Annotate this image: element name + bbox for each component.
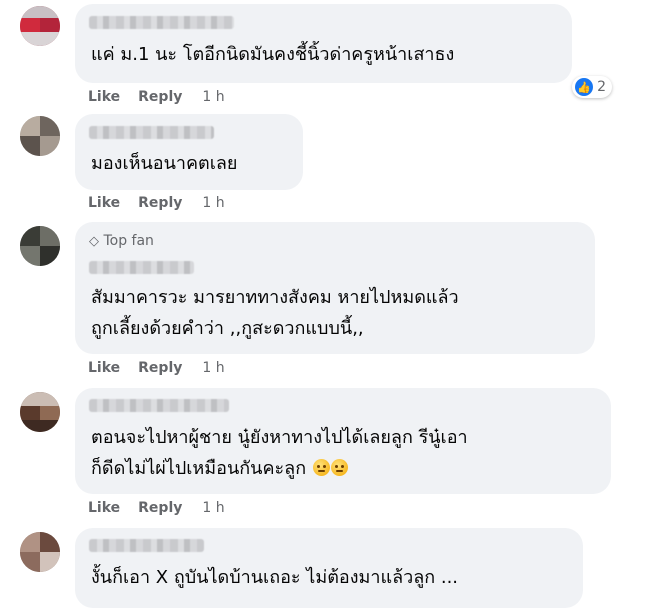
comment-bubble: งั้นก็เอา X ถูบันไดบ้านเถอะ ไม่ต้องมาแล้… (75, 528, 583, 608)
author-name[interactable] (89, 16, 234, 29)
avatar[interactable] (20, 392, 60, 432)
comment-bubble: ◇ Top fan สัมมาคารวะ มารยาททางสังคม หายไ… (75, 222, 595, 354)
author-name[interactable] (89, 261, 194, 274)
author-name[interactable] (89, 539, 204, 552)
like-button[interactable]: Like (88, 500, 120, 516)
thumbs-up-icon: 👍 (575, 78, 594, 96)
comment-bubble: ตอนจะไปหาผู้ชาย นู๋ยังหาทางไปได้เลยลูก ร… (75, 388, 611, 494)
reply-button[interactable]: Reply (138, 89, 182, 105)
comment-text-line: ก็ดีดไม่ไผ่ไปเหมือนกันคะลูก (91, 453, 468, 484)
comment-text-line: ถูกเลี้ยงด้วยคำว่า ,,กูสะดวกแบบนี้,, (91, 318, 364, 339)
top-fan-badge: ◇ Top fan (89, 233, 154, 249)
comment-actions: Like Reply 1 h (88, 195, 225, 211)
comment-actions: Like Reply 1 h (88, 89, 225, 105)
reply-button[interactable]: Reply (138, 500, 182, 516)
like-button[interactable]: Like (88, 195, 120, 211)
reply-button[interactable]: Reply (138, 360, 182, 376)
comment-bubble: แค่ ม.1 นะ โตอีกนิดมันคงชี้นิ้วด่าครูหน้… (75, 4, 612, 98)
timestamp[interactable]: 1 h (202, 195, 224, 211)
sad-emoji-icon (330, 459, 348, 476)
comment-text: แค่ ม.1 นะ โตอีกนิดมันคงชี้นิ้วด่าครูหน้… (91, 44, 455, 65)
comment-bubble: มองเห็นอนาคตเลย (75, 114, 303, 190)
comment-actions: Like Reply 1 h (88, 500, 225, 516)
author-name[interactable] (89, 399, 229, 412)
reply-button[interactable]: Reply (138, 195, 182, 211)
avatar[interactable] (20, 6, 60, 46)
avatar[interactable] (20, 116, 60, 156)
timestamp[interactable]: 1 h (202, 360, 224, 376)
author-name[interactable] (89, 126, 214, 139)
comment-text: มองเห็นอนาคตเลย (91, 153, 238, 174)
comment-actions: Like Reply 1 h (88, 360, 225, 376)
timestamp[interactable]: 1 h (202, 500, 224, 516)
like-button[interactable]: Like (88, 89, 120, 105)
timestamp[interactable]: 1 h (202, 89, 224, 105)
like-button[interactable]: Like (88, 360, 120, 376)
avatar[interactable] (20, 532, 60, 572)
comment-text-line: สัมมาคารวะ มารยาททางสังคม หายไปหมดแล้ว (91, 287, 459, 308)
reaction-summary[interactable]: 👍 2 (572, 76, 612, 98)
reaction-count: 2 (597, 79, 606, 95)
avatar[interactable] (20, 226, 60, 266)
sad-emoji-icon (312, 459, 330, 476)
diamond-icon: ◇ (89, 234, 99, 249)
comment-text-line: ตอนจะไปหาผู้ชาย นู๋ยังหาทางไปได้เลยลูก ร… (91, 427, 468, 448)
comment-text: งั้นก็เอา X ถูบันไดบ้านเถอะ ไม่ต้องมาแล้… (91, 567, 459, 588)
